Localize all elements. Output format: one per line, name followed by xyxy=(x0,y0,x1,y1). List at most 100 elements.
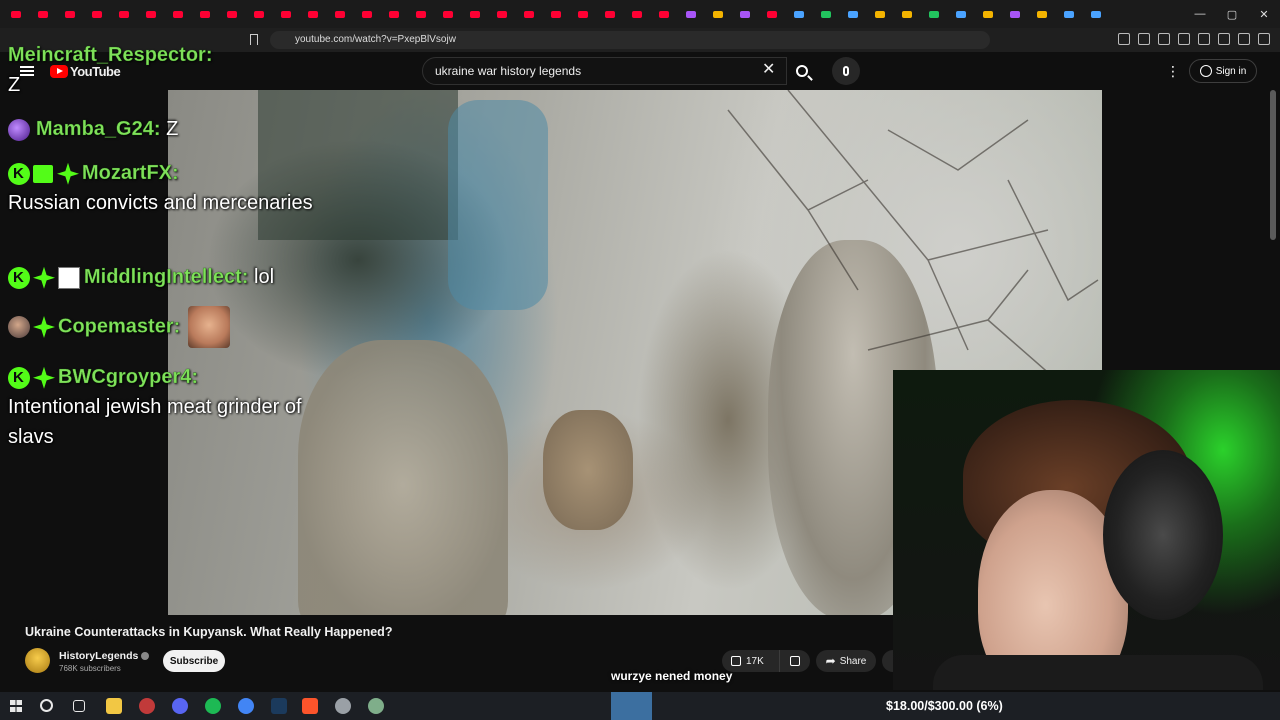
chat-text: lol xyxy=(254,266,275,288)
voice-search-button[interactable] xyxy=(832,57,860,85)
tab-favicon[interactable] xyxy=(356,3,378,25)
tab-favicon[interactable] xyxy=(113,3,135,25)
dislike-button[interactable] xyxy=(780,650,810,672)
obs-icon[interactable] xyxy=(139,698,155,714)
extension-icon[interactable] xyxy=(1138,33,1150,45)
video-title: Ukraine Counterattacks in Kupyansk. What… xyxy=(25,625,393,639)
tab-favicon[interactable] xyxy=(383,3,405,25)
tab-favicon[interactable] xyxy=(545,3,567,25)
streamer-webcam xyxy=(893,370,1280,690)
search-input[interactable]: ukraine war history legends xyxy=(422,57,787,85)
tab-favicon[interactable] xyxy=(86,3,108,25)
chrome-icon[interactable] xyxy=(238,698,254,714)
discord-icon[interactable] xyxy=(172,698,188,714)
tab-favicon[interactable] xyxy=(464,3,486,25)
tab-favicon[interactable] xyxy=(221,3,243,25)
app-icon[interactable] xyxy=(368,698,384,714)
face-emote-icon xyxy=(188,306,231,348)
sign-in-button[interactable]: Sign in xyxy=(1189,59,1257,83)
like-count: 17K xyxy=(746,655,764,667)
tab-favicon[interactable] xyxy=(329,3,351,25)
tab-favicon[interactable] xyxy=(32,3,54,25)
chat-message: MiddlingIntellect: lol xyxy=(8,262,338,292)
chat-username: MiddlingIntellect: xyxy=(84,266,249,288)
tab-favicon[interactable] xyxy=(140,3,162,25)
chat-message: Meincraft_Respector: Z xyxy=(8,40,338,100)
search-button[interactable] xyxy=(787,57,817,85)
chat-message: BWCgroyper4: Intentional jewish meat gri… xyxy=(8,362,338,452)
tab-favicon[interactable] xyxy=(410,3,432,25)
tab-favicon[interactable] xyxy=(5,3,27,25)
thumbs-down-icon xyxy=(790,656,800,666)
clear-search-icon[interactable]: ✕ xyxy=(762,62,775,78)
subscribe-button[interactable]: Subscribe xyxy=(163,650,225,672)
tab-favicon[interactable] xyxy=(842,3,864,25)
tab-favicon[interactable] xyxy=(1031,3,1053,25)
sparkle-badge-icon xyxy=(33,266,55,289)
maximize-button[interactable]: ▢ xyxy=(1216,0,1248,28)
tab-favicon[interactable] xyxy=(599,3,621,25)
share-button[interactable]: ➦ Share xyxy=(816,650,876,672)
headphones-icon xyxy=(1103,450,1223,620)
channel-name-row[interactable]: HistoryLegends xyxy=(59,650,150,662)
sign-in-label: Sign in xyxy=(1215,65,1247,77)
channel-avatar[interactable] xyxy=(25,648,50,673)
tab-favicon[interactable] xyxy=(59,3,81,25)
spotify-icon[interactable] xyxy=(205,698,221,714)
tab-favicon[interactable] xyxy=(707,3,729,25)
app-icon[interactable] xyxy=(335,698,351,714)
tab-favicon[interactable] xyxy=(815,3,837,25)
task-view-icon[interactable] xyxy=(73,700,85,712)
extension-icon[interactable] xyxy=(1178,33,1190,45)
file-explorer-icon[interactable] xyxy=(106,698,122,714)
taskbar-active-window[interactable] xyxy=(611,692,652,720)
sparkle-badge-icon xyxy=(33,316,55,338)
menu-icon[interactable] xyxy=(1258,33,1270,45)
tab-favicon[interactable] xyxy=(491,3,513,25)
tab-favicon[interactable] xyxy=(518,3,540,25)
tab-favicon[interactable] xyxy=(761,3,783,25)
steam-icon[interactable] xyxy=(271,698,287,714)
tab-favicon[interactable] xyxy=(896,3,918,25)
tab-favicon[interactable] xyxy=(653,3,675,25)
windows-start-icon[interactable] xyxy=(10,700,22,712)
extension-icon[interactable] xyxy=(1218,33,1230,45)
channel-name[interactable]: HistoryLegends xyxy=(59,650,138,662)
chat-username: Copemaster: xyxy=(58,315,181,338)
tab-favicon[interactable] xyxy=(275,3,297,25)
tab-favicon[interactable] xyxy=(950,3,972,25)
brave-icon[interactable] xyxy=(302,698,318,714)
page-scrollbar[interactable] xyxy=(1270,90,1276,240)
chat-username: MozartFX: xyxy=(82,162,179,184)
tab-favicon[interactable] xyxy=(977,3,999,25)
chat-message: Copemaster: xyxy=(8,306,338,348)
extension-icon[interactable] xyxy=(1158,33,1170,45)
extension-icons xyxy=(1118,33,1270,45)
url-field[interactable]: youtube.com/watch?v=PxepBlVsojw xyxy=(270,31,990,49)
search-icon[interactable] xyxy=(40,699,53,712)
tab-favicon[interactable] xyxy=(869,3,891,25)
tab-favicon[interactable] xyxy=(302,3,324,25)
extension-icon[interactable] xyxy=(1238,33,1250,45)
tab-favicon[interactable] xyxy=(788,3,810,25)
tab-favicon[interactable] xyxy=(923,3,945,25)
tab-favicon[interactable] xyxy=(437,3,459,25)
tab-favicon[interactable] xyxy=(248,3,270,25)
tab-favicon[interactable] xyxy=(734,3,756,25)
more-options-icon[interactable]: ⋮ xyxy=(1166,64,1180,78)
tab-favicon[interactable] xyxy=(680,3,702,25)
tab-favicon[interactable] xyxy=(572,3,594,25)
close-button[interactable]: ✕ xyxy=(1248,0,1280,28)
minimize-button[interactable]: — xyxy=(1184,0,1216,28)
chat-text: Z xyxy=(166,118,179,140)
like-dislike-pill: 17K xyxy=(722,650,810,672)
extension-icon[interactable] xyxy=(1118,33,1130,45)
tab-favicon[interactable] xyxy=(167,3,189,25)
tab-favicon[interactable] xyxy=(1058,3,1080,25)
tab-favicon[interactable] xyxy=(1085,3,1107,25)
tab-favicon[interactable] xyxy=(1004,3,1026,25)
tab-favicon[interactable] xyxy=(194,3,216,25)
tab-favicon[interactable] xyxy=(626,3,648,25)
chat-message: Mamba_G24: Z xyxy=(8,114,338,144)
extension-icon[interactable] xyxy=(1198,33,1210,45)
